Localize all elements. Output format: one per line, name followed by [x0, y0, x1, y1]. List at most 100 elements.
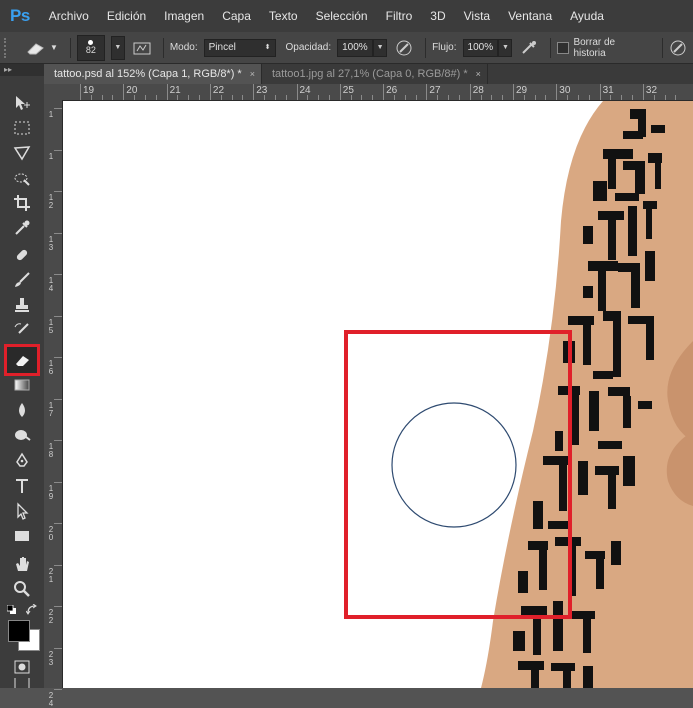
ruler-tick: [339, 84, 341, 100]
ruler-minor-tick: [664, 95, 666, 100]
flow-dropdown[interactable]: ▼: [498, 38, 513, 57]
ruler-vertical[interactable]: 1112131415161718192021222324: [44, 100, 63, 708]
quick-select-tool[interactable]: [8, 167, 36, 189]
menu-bar: Ps Archivo Edición Imagen Capa Texto Sel…: [0, 0, 693, 32]
pen-icon: [16, 452, 28, 467]
eraser-preset-button[interactable]: ▼: [24, 40, 58, 56]
pen-tool[interactable]: [8, 450, 36, 472]
menu-capa[interactable]: Capa: [213, 0, 260, 32]
ruler-tick: [209, 84, 211, 100]
ruler-label: 24: [48, 691, 54, 708]
ruler-label: 22: [48, 608, 54, 625]
ruler-minor-tick: [220, 95, 222, 100]
move-tool[interactable]: [8, 92, 36, 114]
mode-label: Modo:: [169, 42, 198, 53]
ruler-tick: [54, 274, 62, 275]
ruler-label: 23: [256, 85, 268, 96]
lasso-tool[interactable]: [8, 142, 36, 164]
ruler-label: 12: [48, 193, 54, 210]
pressure-size-button[interactable]: [669, 39, 687, 57]
screen-mode-button[interactable]: [8, 678, 36, 688]
close-icon[interactable]: ×: [250, 64, 255, 84]
airbrush-button[interactable]: [520, 39, 538, 57]
brush-size-dropdown[interactable]: ▼: [110, 35, 125, 60]
zoom-tool[interactable]: [8, 578, 36, 600]
ruler-label: 26: [386, 85, 398, 96]
pressure-opacity-button[interactable]: [395, 39, 413, 57]
brush-size-value: 82: [85, 45, 96, 55]
mode-select[interactable]: Pincel ⬍: [203, 38, 276, 57]
document-canvas[interactable]: [63, 101, 693, 688]
gradient-tool[interactable]: [8, 374, 36, 396]
quick-mask-button[interactable]: [8, 656, 36, 678]
ruler-minor-tick: [134, 95, 136, 100]
opacity-field[interactable]: 100%: [337, 38, 374, 57]
ruler-minor-tick: [567, 95, 569, 100]
ruler-tick: [296, 84, 298, 100]
menu-vista[interactable]: Vista: [455, 0, 499, 32]
crop-tool[interactable]: [8, 192, 36, 214]
erase-history-checkbox[interactable]: [557, 41, 570, 54]
ruler-tick: [54, 689, 62, 690]
brush-size-picker[interactable]: 82: [76, 34, 105, 61]
history-brush-tool[interactable]: [8, 319, 36, 341]
options-grip[interactable]: [4, 37, 20, 58]
ruler-horizontal[interactable]: 19 20 21 22 23 24 25 26 27 28 29 30 31 32: [44, 84, 693, 101]
foreground-color-swatch[interactable]: [8, 620, 30, 642]
eyedropper-tool[interactable]: [8, 217, 36, 239]
brush-panel-toggle[interactable]: [133, 40, 151, 56]
brush-tool[interactable]: [8, 269, 36, 291]
stamp-tool[interactable]: [8, 294, 36, 316]
menu-imagen[interactable]: Imagen: [155, 0, 213, 32]
ruler-label: 31: [602, 85, 614, 96]
menu-texto[interactable]: Texto: [260, 0, 307, 32]
ruler-tick: [642, 84, 644, 100]
path-select-tool[interactable]: [8, 500, 36, 522]
tab-tattoo1-jpg[interactable]: tattoo1.jpg al 27,1% (Capa 0, RGB/8#) * …: [261, 64, 488, 84]
ruler-minor-tick: [621, 95, 623, 100]
menu-filtro[interactable]: Filtro: [377, 0, 422, 32]
ruler-minor-tick: [231, 95, 233, 100]
document-tab-bar: tattoo.psd al 152% (Capa 1, RGB/8*) * × …: [44, 64, 693, 84]
ruler-minor-tick: [632, 95, 634, 100]
menu-ayuda[interactable]: Ayuda: [561, 0, 613, 32]
menu-archivo[interactable]: Archivo: [40, 0, 98, 32]
ruler-tick: [123, 84, 125, 100]
swap-colors-button[interactable]: [25, 603, 37, 615]
ruler-minor-tick: [502, 95, 504, 100]
ruler-tick: [54, 398, 62, 400]
menu-ventana[interactable]: Ventana: [499, 0, 561, 32]
default-colors-button[interactable]: [6, 604, 16, 614]
ruler-tick: [54, 315, 62, 317]
menu-3d[interactable]: 3D: [421, 0, 454, 32]
dodge-tool[interactable]: [8, 424, 36, 446]
healing-tool[interactable]: [8, 244, 36, 266]
close-icon[interactable]: ×: [476, 64, 481, 84]
ruler-minor-tick: [577, 95, 579, 100]
tab-tattoo-psd[interactable]: tattoo.psd al 152% (Capa 1, RGB/8*) * ×: [44, 64, 262, 84]
ruler-tick: [253, 84, 255, 100]
type-tool[interactable]: [8, 475, 36, 497]
marquee-tool[interactable]: [8, 117, 36, 139]
ruler-minor-tick: [177, 95, 179, 100]
menu-seleccion[interactable]: Selección: [307, 0, 377, 32]
ruler-label: 21: [48, 566, 54, 584]
ruler-minor-tick: [188, 95, 190, 100]
ruler-tick: [383, 84, 385, 100]
arm-skin: [481, 101, 693, 688]
menu-edicion[interactable]: Edición: [98, 0, 155, 32]
hand-tool[interactable]: [8, 553, 36, 575]
ruler-label: 29: [516, 85, 528, 96]
move-icon: [16, 96, 30, 110]
rectangle-tool[interactable]: [8, 525, 36, 547]
blur-icon: [19, 403, 25, 417]
eraser-tool-active[interactable]: [4, 344, 40, 376]
ruler-minor-tick: [144, 95, 146, 100]
ruler-tick: [54, 606, 62, 607]
toolbox-collapse-button[interactable]: ▸▸: [0, 64, 44, 76]
ruler-minor-tick: [610, 95, 612, 100]
flow-field[interactable]: 100%: [462, 38, 499, 57]
eraser-icon: [16, 356, 29, 366]
opacity-dropdown[interactable]: ▼: [373, 38, 388, 57]
blur-tool[interactable]: [8, 399, 36, 421]
